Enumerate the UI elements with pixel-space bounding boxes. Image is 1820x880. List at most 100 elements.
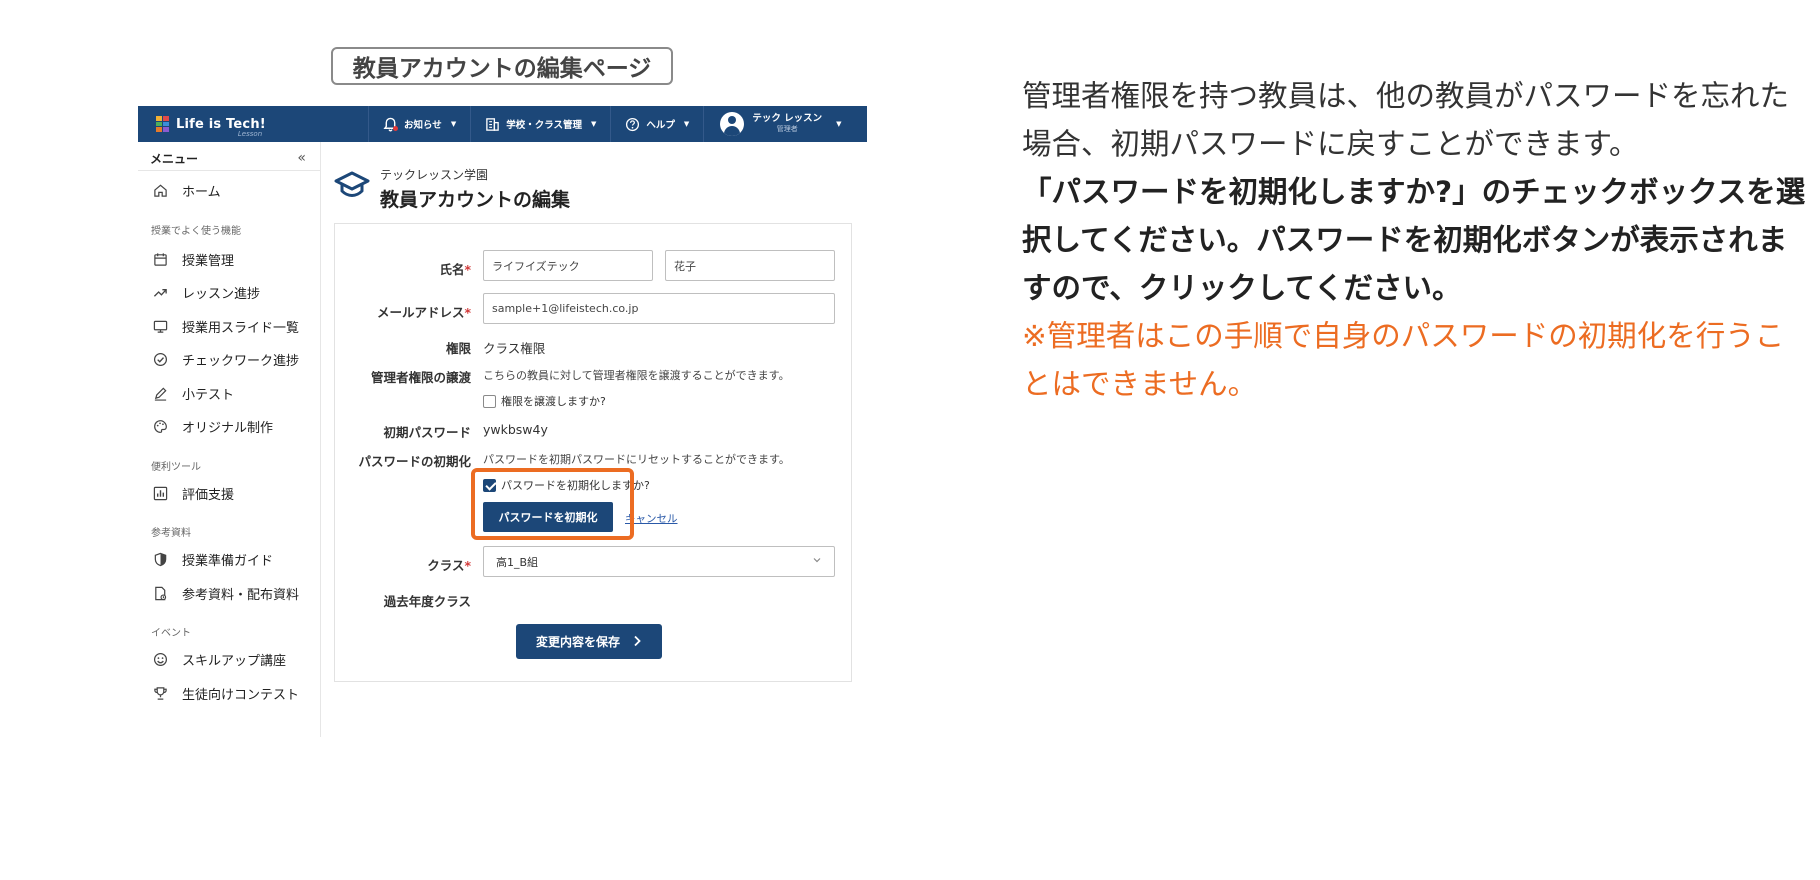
user-name: テック レッスン — [752, 112, 823, 124]
sidebar-item-label: チェックワーク進捗 — [182, 354, 300, 370]
admin-transfer-checkbox-label: 権限を譲渡しますか? — [501, 395, 606, 408]
caret-down-icon: ▼ — [450, 120, 457, 128]
role-label: 権限 — [445, 341, 471, 356]
admin-transfer-note: こちらの教員に対して管理者権限を譲渡することができます。 — [483, 369, 790, 382]
first-name-input[interactable]: 花子 — [665, 250, 835, 281]
initial-password-value: ywkbsw4y — [483, 422, 548, 437]
initial-password-label: 初期パスワード — [383, 425, 471, 440]
sidebar-item-label: 小テスト — [182, 387, 235, 403]
app-window: Life is Tech! Lesson お知らせ ▼ 学校・クラス管理 ▼ ヘ… — [138, 106, 867, 737]
shield-icon — [154, 553, 167, 567]
past-class-label: 過去年度クラス — [383, 594, 471, 609]
caret-down-icon: ▼ — [591, 120, 597, 128]
sidebar-item-original[interactable]: オリジナル制作 — [138, 410, 320, 444]
save-changes-button[interactable]: 変更内容を保存 — [516, 624, 662, 659]
page-label: 教員アカウントの編集ページ — [331, 47, 673, 85]
admin-transfer-label: 管理者権限の譲渡 — [370, 370, 471, 385]
sidebar-item-label: レッスン進捗 — [182, 287, 261, 303]
sidebar-section-label: 便利ツール — [151, 461, 201, 473]
sidebar-item-label: 参考資料・配布資料 — [182, 587, 300, 603]
chevron-down-icon — [812, 555, 822, 568]
trophy-icon — [154, 687, 167, 700]
help-circle-icon — [625, 117, 640, 132]
instruction-note: ※管理者はこの手順で自身のパスワードの初期化を行うことはできません。 — [1022, 319, 1785, 401]
nav-school-class[interactable]: 学校・クラス管理 ▼ — [470, 106, 610, 142]
sidebar-title: メニュー — [150, 151, 199, 166]
collapse-sidebar-icon[interactable]: « — [297, 150, 306, 166]
sidebar-item-materials[interactable]: 参考資料・配布資料 — [138, 577, 320, 611]
role-value: クラス権限 — [483, 341, 546, 356]
sidebar: メニュー « ホーム 授業でよく使う機能 授業管理 レッスン進捗 授業用スライド… — [138, 142, 321, 737]
page-title: 教員アカウントの編集 — [380, 189, 571, 211]
nav-label: 学校・クラス管理 — [506, 120, 583, 131]
email-label: メールアドレス* — [376, 305, 471, 320]
logo-subtext: Lesson — [237, 130, 263, 138]
name-label: 氏名* — [439, 262, 471, 277]
sidebar-item-label: ホーム — [182, 185, 221, 201]
sidebar-item-label: 授業管理 — [182, 253, 235, 269]
palette-icon — [154, 420, 167, 434]
trending-up-icon — [153, 289, 167, 297]
instruction-text: 管理者権限を持つ教員は、他の教員がパスワードを忘れた場合、初期パスワードに戻すこ… — [1022, 72, 1812, 408]
admin-transfer-checkbox[interactable] — [483, 394, 496, 408]
admin-transfer-checkbox-row[interactable]: 権限を譲渡しますか? — [483, 393, 606, 409]
caret-down-icon: ▼ — [836, 120, 842, 128]
check-circle-icon — [153, 353, 168, 367]
sidebar-section-label: 参考資料 — [151, 528, 191, 539]
user-role: 管理者 — [776, 125, 798, 134]
pencil-icon — [154, 387, 167, 401]
highlight-box — [471, 468, 634, 540]
password-reset-label: パスワードの初期化 — [358, 454, 471, 469]
user-avatar-icon — [720, 112, 745, 136]
instruction-paragraph-1: 管理者権限を持つ教員は、他の教員がパスワードを忘れた場合、初期パスワードに戻すこ… — [1022, 79, 1790, 161]
password-reset-note: パスワードを初期パスワードにリセットすることができます。 — [483, 453, 790, 466]
home-icon — [154, 184, 167, 197]
sidebar-section-label: 授業でよく使う機能 — [151, 225, 241, 237]
sidebar-item-label: スキルアップ講座 — [182, 654, 287, 670]
sidebar-item-slides[interactable]: 授業用スライド一覧 — [138, 310, 320, 344]
logo[interactable]: Life is Tech! Lesson — [138, 106, 368, 142]
class-label: クラス* — [427, 558, 471, 573]
logo-mark-icon — [156, 116, 169, 132]
monitor-icon — [153, 320, 168, 333]
sidebar-section-label: イベント — [151, 628, 191, 639]
nav-label: お知らせ — [404, 120, 442, 131]
main-content: テックレッスン学園 教員アカウントの編集 氏名* ライフイズテック 花子 メール… — [322, 142, 867, 737]
instruction-paragraph-2: 「パスワードを初期化しますか?」のチェックボックスを選択してください。パスワード… — [1022, 175, 1806, 305]
page-header: テックレッスン学園 教員アカウントの編集 — [334, 166, 570, 212]
sidebar-item-label: オリジナル制作 — [182, 421, 274, 437]
chevron-right-icon — [632, 633, 642, 651]
document-icon — [155, 586, 167, 600]
sidebar-item-class-management[interactable]: 授業管理 — [138, 243, 320, 277]
sidebar-item-label: 授業準備ガイド — [182, 554, 274, 570]
class-select[interactable]: 高1_B組 — [483, 546, 835, 577]
sidebar-item-home[interactable]: ホーム — [138, 174, 320, 208]
sidebar-item-skillup[interactable]: スキルアップ講座 — [138, 643, 320, 677]
save-button-label: 変更内容を保存 — [535, 635, 620, 649]
nav-notifications[interactable]: お知らせ ▼ — [368, 106, 470, 142]
sidebar-item-contest[interactable]: 生徒向けコンテスト — [138, 677, 320, 711]
bell-icon — [383, 117, 398, 132]
graduation-cap-icon — [334, 171, 370, 197]
divider — [138, 170, 320, 171]
building-icon — [485, 117, 500, 132]
email-input[interactable]: sample+1@lifeistech.co.jp — [483, 293, 835, 324]
last-name-input[interactable]: ライフイズテック — [483, 250, 653, 281]
sidebar-item-label: 授業用スライド一覧 — [182, 320, 300, 336]
sidebar-item-lesson-progress[interactable]: レッスン進捗 — [138, 276, 320, 310]
edit-form-card: 氏名* ライフイズテック 花子 メールアドレス* sample+1@lifeis… — [334, 223, 852, 682]
sidebar-item-evaluation[interactable]: 評価支援 — [138, 477, 320, 511]
school-name: テックレッスン学園 — [380, 168, 489, 182]
sidebar-item-prep-guide[interactable]: 授業準備ガイド — [138, 543, 320, 577]
nav-help[interactable]: ヘルプ ▼ — [610, 106, 703, 142]
sidebar-item-quiz[interactable]: 小テスト — [138, 377, 320, 411]
smile-icon — [153, 653, 168, 667]
top-navigation-bar: Life is Tech! Lesson お知らせ ▼ 学校・クラス管理 ▼ ヘ… — [138, 106, 867, 142]
sidebar-item-checkwork[interactable]: チェックワーク進捗 — [138, 343, 320, 377]
user-menu[interactable]: テック レッスン 管理者 ▼ — [703, 106, 855, 142]
sidebar-item-label: 評価支援 — [182, 487, 235, 503]
nav-label: ヘルプ — [646, 120, 675, 131]
caret-down-icon: ▼ — [683, 120, 690, 128]
calendar-icon — [154, 253, 167, 266]
class-select-value: 高1_B組 — [496, 555, 539, 569]
